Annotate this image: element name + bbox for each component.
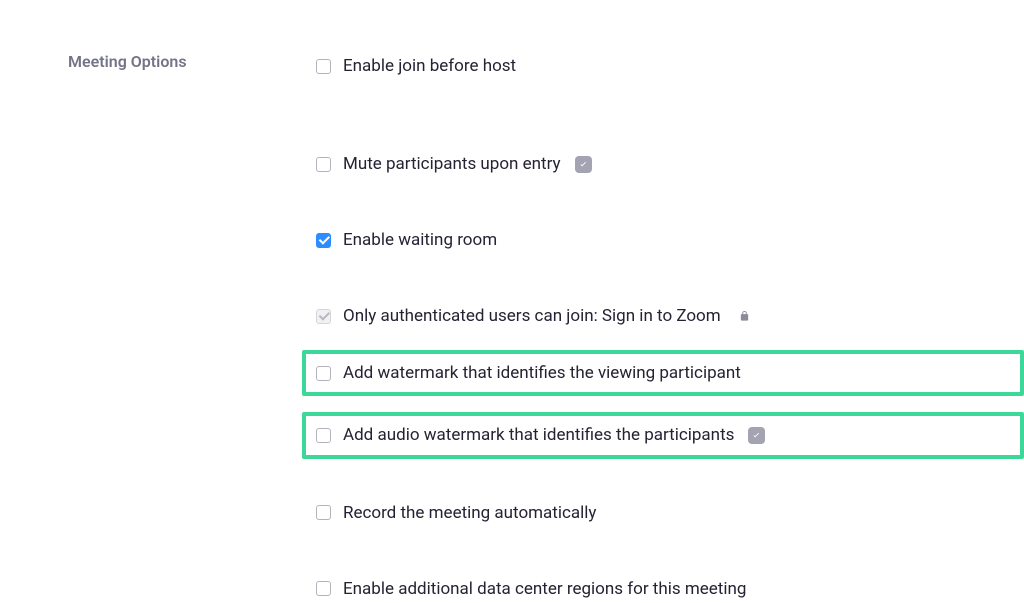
option-label: Record the meeting automatically [343, 502, 596, 524]
option-data-center-regions: Enable additional data center regions fo… [306, 575, 1024, 603]
info-icon[interactable] [748, 427, 765, 444]
checkbox-auto-record[interactable] [316, 505, 331, 520]
option-waiting-room: Enable waiting room [306, 226, 1024, 254]
option-authenticated-only: Only authenticated users can join: Sign … [306, 302, 1024, 330]
info-icon[interactable] [575, 156, 592, 173]
checkbox-waiting-room[interactable] [316, 233, 331, 248]
option-label: Enable additional data center regions fo… [343, 578, 746, 600]
spacer [306, 459, 1024, 499]
checkbox-authenticated-only [316, 309, 331, 324]
checkbox-audio-watermark[interactable] [316, 428, 331, 443]
option-video-watermark: Add watermark that identifies the viewin… [302, 350, 1024, 396]
spacer [306, 254, 1024, 302]
option-label: Add audio watermark that identifies the … [343, 424, 734, 446]
spacer [306, 396, 1024, 412]
lock-icon [739, 310, 750, 322]
checkbox-video-watermark[interactable] [316, 366, 331, 381]
spacer [306, 330, 1024, 350]
checkbox-mute-on-entry[interactable] [316, 157, 331, 172]
checkbox-data-center-regions[interactable] [316, 581, 331, 596]
option-audio-watermark: Add audio watermark that identifies the … [302, 412, 1024, 458]
option-label: Enable waiting room [343, 229, 497, 251]
spacer [306, 527, 1024, 575]
option-label: Enable join before host [343, 55, 516, 77]
option-label: Only authenticated users can join: Sign … [343, 305, 721, 327]
option-join-before-host: Enable join before host [306, 52, 1024, 80]
options-column: Enable join before host Mute participant… [306, 52, 1024, 603]
option-label: Mute participants upon entry [343, 153, 561, 175]
checkbox-join-before-host[interactable] [316, 59, 331, 74]
meeting-options-container: Meeting Options Enable join before host … [0, 0, 1024, 603]
spacer [306, 80, 1024, 150]
option-mute-on-entry: Mute participants upon entry [306, 150, 1024, 178]
option-auto-record: Record the meeting automatically [306, 499, 1024, 527]
section-title: Meeting Options [68, 52, 306, 603]
spacer [306, 178, 1024, 226]
option-label: Add watermark that identifies the viewin… [343, 362, 741, 384]
